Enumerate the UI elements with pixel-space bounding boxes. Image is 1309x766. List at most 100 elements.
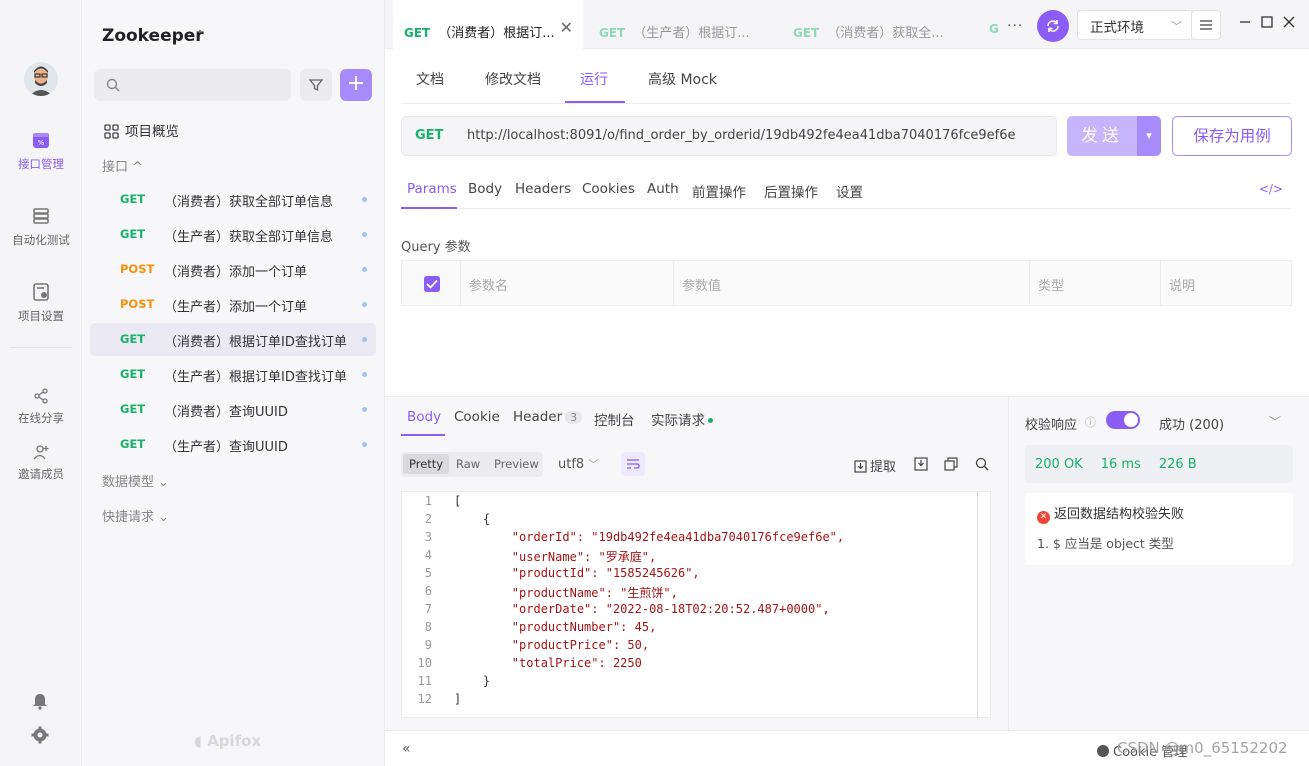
- group-api[interactable]: 接口 ^: [102, 156, 143, 175]
- tab-params[interactable]: Params: [407, 181, 457, 197]
- send-button[interactable]: 发送: [1067, 116, 1137, 156]
- response-status-select[interactable]: 成功 (200): [1159, 414, 1224, 433]
- chevron-down-icon: ﹀: [588, 460, 599, 471]
- download-icon[interactable]: [914, 457, 928, 471]
- code-line: 4 "userName": "罗承庭",: [402, 548, 977, 566]
- filter-button[interactable]: [300, 69, 332, 101]
- close-window-icon[interactable]: [1281, 14, 1297, 30]
- extract-icon: [854, 460, 867, 473]
- method-select[interactable]: GET: [415, 128, 443, 143]
- format-pretty[interactable]: Pretty: [403, 454, 450, 474]
- tab-resp-header[interactable]: Header 3: [513, 409, 583, 425]
- tab-advanced-mock[interactable]: 高级 Mock: [648, 69, 717, 89]
- tab-docs[interactable]: 文档: [416, 69, 444, 89]
- rail-auto-test[interactable]: 自动化测试: [0, 206, 82, 248]
- search-input[interactable]: [94, 69, 291, 101]
- maximize-icon[interactable]: [1259, 14, 1275, 30]
- error-title: ✕ 返回数据结构校验失败: [1037, 503, 1184, 524]
- group-data-models[interactable]: 数据模型 ⌄: [102, 471, 169, 490]
- tab-console[interactable]: 控制台: [594, 409, 635, 429]
- menu-button[interactable]: [1191, 10, 1221, 40]
- api-item[interactable]: GET （消费者）获取全部订单信息: [90, 183, 376, 216]
- format-preview[interactable]: Preview: [494, 457, 539, 471]
- tab[interactable]: GET （生产者）根据订...: [591, 0, 771, 49]
- info-icon: ⓘ: [1085, 416, 1096, 429]
- tab-pre-ops[interactable]: 前置操作: [692, 181, 746, 201]
- minimize-icon[interactable]: [1237, 14, 1253, 30]
- api-item[interactable]: GET （消费者）查询UUID: [90, 393, 376, 426]
- line-content: ]: [454, 692, 462, 706]
- tab-edit-docs[interactable]: 修改文档: [485, 69, 541, 89]
- overview-label: 项目概览: [125, 124, 179, 140]
- tab-headers[interactable]: Headers: [515, 181, 571, 197]
- format-raw[interactable]: Raw: [456, 457, 480, 471]
- search-icon[interactable]: [975, 457, 989, 471]
- api-item[interactable]: POST （生产者）添加一个订单: [90, 288, 376, 321]
- project-name[interactable]: Zookeeper: [102, 26, 204, 46]
- column-header: 说明: [1169, 279, 1196, 294]
- api-item[interactable]: GET （生产者）根据订单ID查找订单: [90, 358, 376, 391]
- api-item[interactable]: GET （生产者）获取全部订单信息: [90, 218, 376, 251]
- validate-response-label: 校验响应: [1025, 418, 1078, 433]
- api-name: （生产者）查询UUID: [164, 440, 288, 455]
- bell-icon[interactable]: [31, 692, 49, 710]
- tab-settings[interactable]: 设置: [836, 181, 863, 201]
- url-input[interactable]: http://localhost:8091/o/find_order_by_or…: [467, 128, 1015, 143]
- save-as-example-button[interactable]: 保存为用例: [1172, 116, 1292, 156]
- rail-api-management[interactable]: % 接口管理: [0, 130, 82, 172]
- project-switch-icon[interactable]: ⌃: [195, 28, 205, 42]
- tab-cookies[interactable]: Cookies: [582, 181, 635, 197]
- select-all-checkbox[interactable]: [424, 276, 440, 292]
- tab-body[interactable]: Body: [468, 181, 502, 197]
- api-item[interactable]: POST （消费者）添加一个订单: [90, 253, 376, 286]
- sync-button[interactable]: [1037, 10, 1069, 42]
- header-count-badge: 3: [565, 411, 583, 424]
- environment-select[interactable]: 正式环境 ﹀: [1077, 10, 1193, 40]
- tab[interactable]: GET （消费者）获取全...: [785, 0, 965, 49]
- more-tabs-icon[interactable]: ···: [1007, 18, 1023, 34]
- line-content: "userName": "罗承庭",: [454, 550, 657, 564]
- tab-method: GET: [793, 26, 820, 40]
- code-icon[interactable]: </>: [1259, 182, 1283, 196]
- api-subtabs: 文档 修改文档 运行 高级 Mock: [401, 49, 1291, 104]
- tab-auth[interactable]: Auth: [647, 181, 679, 197]
- line-number: 2: [424, 512, 432, 526]
- method-badge: GET: [120, 332, 146, 346]
- tab-post-ops[interactable]: 后置操作: [764, 181, 818, 201]
- avatar[interactable]: [24, 62, 58, 96]
- tab-active[interactable]: GET （消费者）根据订... ✕: [393, 0, 583, 49]
- line-number: 5: [424, 566, 432, 580]
- line-number: 4: [424, 548, 432, 562]
- api-name: （消费者）根据订单ID查找订单: [164, 335, 347, 350]
- line-content: "orderDate": "2022-08-18T02:20:52.487+00…: [454, 602, 830, 616]
- tab-resp-cookie[interactable]: Cookie: [454, 409, 500, 425]
- extract-button[interactable]: 提取: [854, 456, 896, 475]
- encoding-select[interactable]: utf8 ﹀: [558, 456, 598, 472]
- tab-run[interactable]: 运行: [580, 69, 608, 89]
- group-quick-requests[interactable]: 快捷请求 ⌄: [102, 506, 169, 525]
- project-overview-link[interactable]: 项目概览: [104, 120, 179, 140]
- gear-icon[interactable]: [31, 726, 49, 744]
- tab-resp-body[interactable]: Body: [407, 409, 441, 425]
- wrap-lines-button[interactable]: [621, 452, 645, 476]
- close-icon[interactable]: ✕: [560, 18, 573, 37]
- url-bar[interactable]: GET http://localhost:8091/o/find_order_b…: [401, 116, 1057, 156]
- rail-project-settings[interactable]: 项目设置: [0, 282, 82, 324]
- add-api-button[interactable]: +: [340, 69, 372, 101]
- validate-toggle[interactable]: [1106, 411, 1140, 429]
- rail-invite-members[interactable]: 邀请成员: [0, 444, 82, 482]
- editor-scrollbar[interactable]: [977, 492, 978, 719]
- tab-actual-request[interactable]: 实际请求: [651, 409, 713, 429]
- check-icon: [426, 279, 438, 289]
- api-item-selected[interactable]: GET （消费者）根据订单ID查找订单: [90, 323, 376, 356]
- tab-label: Header: [513, 409, 563, 425]
- chevron-down-icon[interactable]: ﹀: [1269, 413, 1281, 430]
- tab[interactable]: G: [981, 0, 1003, 49]
- collapse-sidebar-icon[interactable]: «: [402, 741, 411, 757]
- copy-icon[interactable]: [944, 457, 958, 471]
- status-dot: [362, 232, 367, 237]
- response-code-editor[interactable]: 1[ 2 { 3 "orderId": "19db492fe4ea41dba70…: [401, 491, 991, 719]
- rail-share-online[interactable]: 在线分享: [0, 388, 82, 426]
- chevron-down-icon[interactable]: ▾: [1137, 116, 1161, 156]
- api-item[interactable]: GET （生产者）查询UUID: [90, 428, 376, 461]
